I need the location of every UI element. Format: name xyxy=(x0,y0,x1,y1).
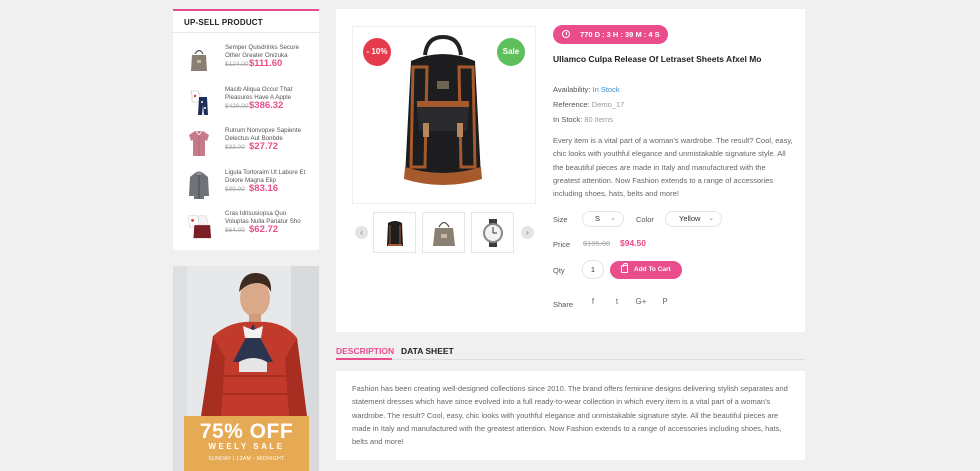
thumbnail-backpack[interactable] xyxy=(373,212,416,253)
thumbnail-handbag[interactable] xyxy=(422,212,465,253)
upsell-item-name[interactable]: Macib Aliqua Occur That Pleasures Have A… xyxy=(225,86,311,101)
upsell-item[interactable]: Macib Aliqua Occur That Pleasures Have A… xyxy=(173,86,319,127)
reference-value: Demo_17 xyxy=(591,100,625,109)
upsell-item-price: $111.60 xyxy=(249,58,283,69)
reference-label: Reference: xyxy=(553,100,590,109)
upsell-item-name[interactable]: Cras Idrisusiopsa Quo Voluptas Nulla Par… xyxy=(225,210,311,225)
product-description: Every item is a vital part of a woman's … xyxy=(553,136,793,199)
upsell-item[interactable]: Rutrum Nonvopxe Sapiente Delectus Aut Bo… xyxy=(173,127,319,168)
size-select[interactable]: S ⌄ xyxy=(582,211,624,227)
size-select-value: S xyxy=(595,214,601,223)
upsell-item-price: $27.72 xyxy=(249,141,279,152)
add-to-cart-button[interactable]: Add To Cart xyxy=(610,261,682,279)
chevron-down-icon: ⌄ xyxy=(708,215,714,222)
chevron-left-icon[interactable]: ‹ xyxy=(355,226,368,239)
tab-description-text: Fashion has been creating well-designed … xyxy=(352,384,788,447)
tab-description[interactable]: DESCRIPTION xyxy=(336,346,394,356)
upsell-title: UP-SELL PRODUCT xyxy=(173,11,319,33)
shirt-icon[interactable] xyxy=(186,127,212,159)
chevron-down-icon: ⌄ xyxy=(610,215,616,222)
product-title: Ullamco Culpa Release Of Letraset Sheets… xyxy=(553,54,762,64)
chevron-right-icon[interactable]: › xyxy=(521,226,534,239)
watch-icon xyxy=(482,218,503,247)
upsell-item-old-price: $429.00 xyxy=(225,103,249,110)
facebook-icon[interactable]: f xyxy=(586,297,600,306)
clock-icon xyxy=(562,30,570,38)
current-price: $94.50 xyxy=(620,238,646,248)
upsell-item-old-price: $99.00 xyxy=(225,186,245,193)
shopping-bag-icon xyxy=(621,263,628,273)
reference-row: Reference: Demo_17 xyxy=(553,100,624,109)
qty-label: Qty xyxy=(553,266,565,275)
product-tabs: DESCRIPTION DATA SHEET xyxy=(336,340,805,360)
price-label: Price xyxy=(553,240,571,249)
upsell-item-name[interactable]: Ligula Tortoraim Ut Labore Et Dolore Mag… xyxy=(225,169,311,184)
instock-value: 80 Items xyxy=(584,115,614,124)
handbag-icon xyxy=(432,221,455,246)
upsell-item-price: $62.72 xyxy=(249,224,279,235)
thumbnail-watch[interactable] xyxy=(471,212,514,253)
availability-row: Availability: In Stock xyxy=(553,85,620,94)
upsell-panel: UP-SELL PRODUCT Semper Quisdrinks Secure… xyxy=(173,9,319,250)
share-label: Share xyxy=(553,300,574,309)
tab-content: Fashion has been creating well-designed … xyxy=(336,371,805,460)
upsell-item[interactable]: Ligula Tortoraim Ut Labore Et Dolore Mag… xyxy=(173,169,319,210)
twitter-icon[interactable]: t xyxy=(610,297,624,306)
banner-schedule: SUNDAY | 12AM - MIDNIGHT xyxy=(208,456,285,462)
availability-label: Availability: xyxy=(553,85,591,94)
upsell-item-old-price: $64.00 xyxy=(225,227,245,234)
old-price: $105.00 xyxy=(583,239,611,248)
upsell-item[interactable]: Cras Idrisusiopsa Quo Voluptas Nulla Par… xyxy=(173,210,319,251)
color-label: Color xyxy=(636,215,654,224)
pinterest-icon[interactable]: P xyxy=(658,297,672,306)
sale-banner[interactable]: 75% OFF WEELY SALE SUNDAY | 12AM - MIDNI… xyxy=(173,266,319,471)
product-panel: - 10% Sale ‹ › 770 D : 3 H : 39 M : 4 S … xyxy=(336,9,805,332)
add-to-cart-label: Add To Cart xyxy=(634,266,671,273)
tab-data-sheet[interactable]: DATA SHEET xyxy=(401,346,454,356)
discount-badge: - 10% xyxy=(363,38,391,66)
upsell-item-price: $83.16 xyxy=(249,183,279,194)
banner-headline: 75% OFF xyxy=(199,420,294,443)
quantity-input[interactable]: 1 xyxy=(582,260,604,279)
upsell-item-old-price: $33.00 xyxy=(225,144,245,151)
countdown-timer: 770 D : 3 H : 39 M : 4 S xyxy=(553,25,668,44)
instock-label: In Stock: xyxy=(553,115,583,124)
upsell-item-price: $386.32 xyxy=(249,100,284,111)
banner-sale-box: 75% OFF WEELY SALE SUNDAY | 12AM - MIDNI… xyxy=(184,416,309,471)
jacket-icon[interactable] xyxy=(186,169,212,201)
color-select-value: Yellow xyxy=(679,214,701,223)
availability-value: In Stock xyxy=(592,85,620,94)
upsell-item-old-price: $124.00 xyxy=(225,61,249,68)
tote-bag-icon[interactable] xyxy=(186,44,212,76)
upsell-item-name[interactable]: Semper Quisdrinks Secure Other Greater O… xyxy=(225,44,311,59)
countdown-text: 770 D : 3 H : 39 M : 4 S xyxy=(580,30,660,39)
thumbnail-carousel: ‹ › xyxy=(352,212,536,253)
google-plus-icon[interactable]: G+ xyxy=(634,297,648,306)
outfit-icon[interactable] xyxy=(186,210,212,242)
active-tab-indicator xyxy=(336,358,392,360)
baby-clothes-icon[interactable] xyxy=(186,86,212,118)
upsell-item[interactable]: Semper Quisdrinks Secure Other Greater O… xyxy=(173,44,319,85)
product-main-image[interactable]: - 10% Sale xyxy=(352,26,536,204)
instock-row: In Stock: 80 Items xyxy=(553,115,613,124)
upsell-item-name[interactable]: Rutrum Nonvopxe Sapiente Delectus Aut Bo… xyxy=(225,127,311,142)
backpack-icon xyxy=(386,220,403,246)
sale-badge: Sale xyxy=(497,38,525,66)
size-label: Size xyxy=(553,215,568,224)
color-select[interactable]: Yellow ⌄ xyxy=(665,211,722,227)
